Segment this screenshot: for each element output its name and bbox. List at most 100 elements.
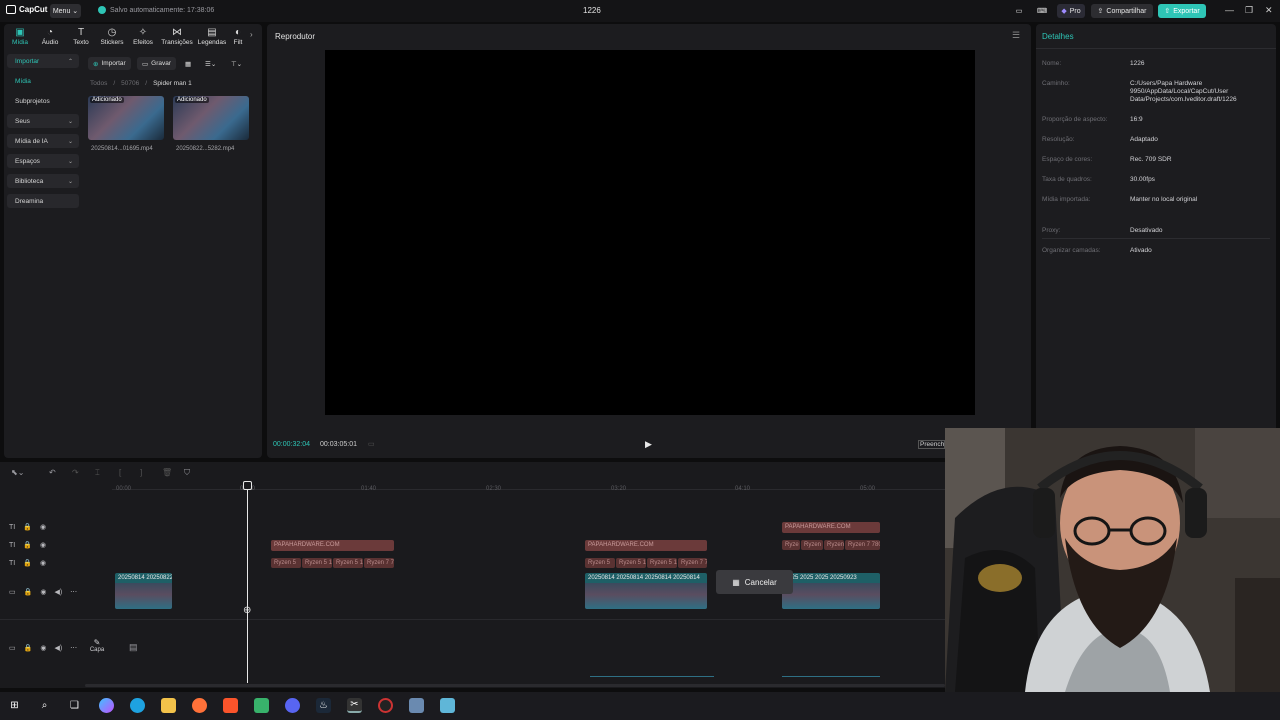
tab-stickers[interactable]: ◷ Stickers	[96, 27, 128, 46]
eye-icon[interactable]: ◉	[40, 523, 46, 531]
breadcrumb-item[interactable]: 50706	[121, 80, 139, 87]
brave-icon[interactable]	[223, 698, 238, 713]
discord-icon[interactable]	[285, 698, 300, 713]
record-button[interactable]: ▭ Gravar	[137, 57, 177, 70]
delete-icon[interactable]: 🗑	[162, 468, 172, 477]
speaker-icon[interactable]: ◀)	[54, 644, 62, 652]
text-clip[interactable]: Ryzen 5 1	[616, 558, 646, 568]
breadcrumb-item[interactable]: Todos	[90, 80, 107, 87]
sidebar-item-dreamina[interactable]: Dreamina	[7, 194, 79, 208]
notepad-icon[interactable]	[409, 698, 424, 713]
sidebar-item-media[interactable]: Mídia	[7, 74, 79, 88]
tab-captions[interactable]: ▤ Legendas	[196, 27, 228, 46]
trim-left-icon[interactable]: [	[119, 468, 121, 477]
grid-view-icon[interactable]: ▦	[180, 57, 196, 70]
tab-filters[interactable]: ◐ Filt	[228, 27, 248, 46]
eye-icon[interactable]: ◉	[40, 559, 46, 567]
pro-button[interactable]: ◆ Pro	[1057, 4, 1085, 18]
text-clip[interactable]: Ryzen 7 7	[678, 558, 707, 568]
obs-icon[interactable]	[378, 698, 393, 713]
menu-button[interactable]: Menu ⌄	[50, 4, 81, 18]
sidebar-item-yours[interactable]: Seus ⌄	[7, 114, 79, 128]
text-clip[interactable]: Ryzen 5 1	[302, 558, 332, 568]
tab-transitions[interactable]: ⋈ Transições	[161, 27, 193, 46]
text-clip[interactable]: Ryzen 5 1	[333, 558, 363, 568]
eye-icon[interactable]: ◉	[40, 541, 46, 549]
split-icon[interactable]: ⌶	[95, 468, 100, 478]
text-clip[interactable]: Ryzen 5	[824, 540, 844, 550]
playhead-handle[interactable]	[243, 481, 252, 490]
video-clip[interactable]: 2025 2025 2025 20250923	[782, 573, 880, 609]
maximize-icon[interactable]: ❐	[1245, 5, 1253, 16]
timecode-toggle-icon[interactable]: ▭	[368, 440, 375, 448]
sort-icon[interactable]: ☰⌄	[200, 57, 221, 70]
app-icon[interactable]	[254, 698, 269, 713]
steam-icon[interactable]: ♨	[316, 698, 331, 713]
playhead[interactable]	[247, 483, 248, 683]
sidebar-item-subprojects[interactable]: Subprojetos	[7, 94, 79, 108]
text-clip[interactable]: PAPAHARDWARE.COM	[271, 540, 394, 551]
share-button[interactable]: ⇪ Compartilhar	[1091, 4, 1153, 18]
text-clip[interactable]: PAPAHARDWARE.COM	[782, 522, 880, 533]
redo-icon[interactable]: ↷	[72, 468, 79, 477]
cancel-button[interactable]: ▦ Cancelar	[716, 570, 793, 594]
close-icon[interactable]: ✕	[1265, 5, 1273, 16]
lock-icon[interactable]: 🔒	[23, 541, 32, 549]
app-icon[interactable]	[440, 698, 455, 713]
chevron-right-icon[interactable]: ›	[250, 30, 253, 39]
text-clip[interactable]: PAPAHARDWARE.COM	[585, 540, 707, 551]
tab-media[interactable]: ▣ Mídia	[4, 27, 36, 46]
detail-value[interactable]: Desativado	[1130, 227, 1275, 235]
more-icon[interactable]: ⋯	[70, 588, 77, 596]
tab-audio[interactable]: ◔ Áudio	[34, 27, 66, 46]
filter-icon[interactable]: ⊤⌄	[226, 57, 247, 70]
undo-icon[interactable]: ↶	[49, 468, 56, 477]
detail-value[interactable]: Ativado	[1130, 247, 1275, 255]
trim-right-icon[interactable]: ]	[140, 468, 142, 477]
copilot-icon[interactable]	[99, 698, 114, 713]
text-clip[interactable]: Ryze	[782, 540, 800, 550]
edge-icon[interactable]	[130, 698, 145, 713]
lock-icon[interactable]: 🔒	[23, 559, 32, 567]
lock-icon[interactable]: 🔒	[23, 523, 32, 531]
capcut-taskbar-icon[interactable]: ✂	[347, 698, 362, 713]
video-clip[interactable]: 20250814 20250814 20250814 20250814	[585, 573, 707, 609]
menu-icon[interactable]: ☰	[1012, 30, 1020, 41]
export-button[interactable]: ⇧ Exportar	[1158, 4, 1206, 18]
sidebar-item-spaces[interactable]: Espaços ⌄	[7, 154, 79, 168]
shield-icon[interactable]: ⛉	[184, 468, 190, 478]
media-thumbnail[interactable]: Adicionado	[88, 96, 164, 140]
speaker-icon[interactable]: ◀)	[54, 588, 62, 596]
shortcuts-icon[interactable]: ⌨	[1035, 4, 1049, 18]
more-icon[interactable]: ⋯	[70, 644, 77, 652]
lock-icon[interactable]: 🔒	[24, 644, 33, 652]
task-view-icon[interactable]: ❏	[67, 698, 82, 713]
select-tool-icon[interactable]: ⬉⌄	[11, 468, 24, 477]
search-icon[interactable]: ⌕	[37, 698, 52, 713]
horizontal-scrollbar[interactable]	[85, 684, 945, 687]
import-button[interactable]: ⊕ Importar	[88, 57, 131, 70]
text-clip[interactable]: Ryzen 5	[271, 558, 301, 568]
lock-icon[interactable]: 🔒	[24, 588, 33, 596]
tab-effects[interactable]: ✧ Efeitos	[127, 27, 159, 46]
minimize-icon[interactable]: —	[1225, 5, 1234, 15]
fill-mode-button[interactable]: Preencher	[918, 440, 945, 449]
cover-button[interactable]: ✎ Capa	[86, 638, 108, 653]
text-clip[interactable]: Ryzen 7 7	[364, 558, 394, 568]
text-clip[interactable]: Ryzen 5	[585, 558, 615, 568]
sidebar-item-library[interactable]: Biblioteca ⌄	[7, 174, 79, 188]
windows-start-icon[interactable]: ⊞	[7, 698, 22, 713]
file-explorer-icon[interactable]	[161, 698, 176, 713]
preview-canvas[interactable]	[325, 50, 975, 415]
sidebar-item-import[interactable]: Importar ⌃	[7, 54, 79, 68]
video-clip[interactable]: 20250814 20250822	[115, 573, 172, 609]
layout-icon[interactable]: ▭	[1012, 4, 1026, 18]
text-clip[interactable]: Ryzen 5 1	[647, 558, 677, 568]
eye-icon[interactable]: ◉	[40, 644, 46, 652]
sidebar-item-ai-media[interactable]: Mídia de IA ⌄	[7, 134, 79, 148]
text-clip[interactable]: Ryzen	[801, 540, 823, 550]
media-thumbnail[interactable]: Adicionado	[173, 96, 249, 140]
firefox-icon[interactable]	[192, 698, 207, 713]
eye-icon[interactable]: ◉	[40, 588, 46, 596]
tab-text[interactable]: T Texto	[65, 27, 97, 46]
